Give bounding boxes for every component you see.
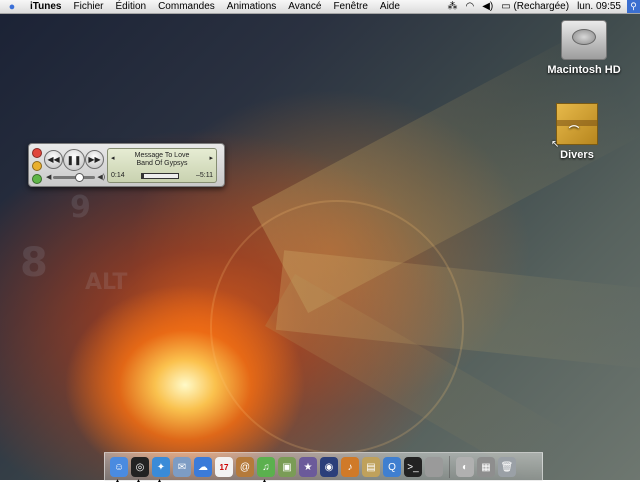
dashboard-icon: ◎	[135, 461, 145, 473]
pause-button[interactable]: ❚❚	[63, 149, 85, 171]
display-left-arrow-icon[interactable]: ◂	[111, 154, 115, 162]
ichat-icon: ☁	[198, 461, 208, 473]
wifi-icon[interactable]: ◠	[461, 0, 478, 13]
progress-bar[interactable]	[141, 172, 180, 179]
wallpaper-glyph: 8	[20, 240, 48, 286]
track-title: Message To Love	[134, 152, 190, 159]
itunes-icon: ♫	[262, 461, 270, 473]
track-artist: Band Of Gypsys	[136, 160, 188, 167]
trash-icon: 🗑	[500, 461, 514, 473]
dock-item-ical[interactable]: 17	[215, 457, 233, 477]
box-folder-icon	[556, 103, 598, 145]
volume-low-icon: ◀	[46, 174, 52, 181]
volume-control: ◀ ◀)	[46, 172, 106, 182]
address-book-icon: @	[239, 461, 251, 473]
menu-avance[interactable]: Avancé	[282, 0, 327, 13]
quicktime-icon: Q	[388, 461, 396, 473]
terminal-icon: >_	[407, 461, 419, 473]
iphoto-icon: ▣	[282, 461, 292, 473]
desktop-icon-macintosh-hd[interactable]: Macintosh HD	[538, 20, 630, 76]
dock-item-dashboard[interactable]: ◎	[131, 457, 149, 484]
mail-icon: ✉	[177, 461, 187, 473]
battery-icon: ▭	[501, 1, 511, 12]
extra-icon[interactable]: ⁂	[443, 0, 461, 13]
preview-icon: ▤	[366, 461, 376, 473]
mouse-cursor-icon: ↖	[551, 139, 560, 150]
volume-knob[interactable]	[74, 172, 84, 182]
finder-icon: ☺	[113, 461, 125, 473]
menu-animations[interactable]: Animations	[221, 0, 282, 13]
dock-separator	[449, 456, 450, 478]
garageband-icon: ♪	[347, 461, 353, 473]
clock[interactable]: lun. 09:55	[573, 0, 625, 13]
desktop-icon-label: Macintosh HD	[547, 64, 621, 76]
dock-item-network[interactable]: ▦	[477, 457, 495, 477]
dock: ☺ ◎ ✦ ✉ ☁ 17 @ ♫ ▣ ★ ◉ ♪ ▤ Q >_ ◐ ▦ 🗑	[104, 452, 543, 484]
hard-drive-icon	[561, 20, 607, 60]
minimize-button[interactable]	[32, 161, 42, 171]
previous-icon: ◀◀	[47, 155, 60, 164]
dock-item-ichat[interactable]: ☁	[194, 457, 212, 477]
calendar-icon: 17	[219, 462, 229, 472]
safari-icon: ✦	[156, 461, 166, 473]
remaining-time: –5:11	[196, 172, 213, 179]
itunes-mini-player[interactable]: ◀◀ ❚❚ ▶▶ ◀ ◀) ◂ ▸ Message To Love Band O…	[28, 143, 225, 187]
volume-slider[interactable]	[53, 172, 96, 182]
dock-item-garageband[interactable]: ♪	[341, 457, 359, 477]
menu-commandes[interactable]: Commandes	[152, 0, 221, 13]
menu-fenetre[interactable]: Fenêtre	[327, 0, 373, 13]
desktop-icon-label: Divers	[560, 149, 594, 161]
dock-item-terminal[interactable]: >_	[404, 457, 422, 477]
wallpaper-glyph: 9	[70, 190, 91, 225]
idvd-icon: ◉	[324, 461, 334, 473]
search-icon[interactable]: ⚲	[627, 0, 640, 13]
menu-app-itunes[interactable]: iTunes	[24, 0, 67, 13]
menu-fichier[interactable]: Fichier	[67, 0, 109, 13]
now-playing-display: ◂ ▸ Message To Love Band Of Gypsys 0:14 …	[107, 148, 217, 183]
dock-item-mail[interactable]: ✉	[173, 457, 191, 477]
window-controls	[32, 148, 42, 184]
apple-menu-icon[interactable]: ●	[0, 1, 24, 13]
elapsed-time: 0:14	[111, 172, 125, 179]
previous-button[interactable]: ◀◀	[44, 150, 63, 169]
display-right-arrow-icon[interactable]: ▸	[209, 154, 213, 162]
menu-aide[interactable]: Aide	[374, 0, 406, 13]
menu-edition[interactable]: Édition	[110, 0, 153, 13]
menu-bar: ● iTunes Fichier Édition Commandes Anima…	[0, 0, 640, 14]
dock-item-address-book[interactable]: @	[236, 457, 254, 477]
dock-item-itunes[interactable]: ♫	[257, 457, 275, 484]
volume-icon[interactable]: ◀)	[478, 0, 497, 13]
volume-high-icon: ◀)	[97, 174, 106, 181]
next-button[interactable]: ▶▶	[85, 150, 104, 169]
next-icon: ▶▶	[88, 155, 101, 164]
imovie-icon: ★	[303, 461, 313, 473]
progress-fill	[142, 173, 144, 178]
disk-utility-icon: ◐	[461, 461, 469, 473]
dock-item-idvd[interactable]: ◉	[320, 457, 338, 477]
dock-item-quicktime[interactable]: Q	[383, 457, 401, 477]
close-button[interactable]	[32, 148, 42, 158]
dock-item-system-prefs[interactable]	[425, 457, 443, 477]
dock-item-imovie[interactable]: ★	[299, 457, 317, 477]
dock-item-safari[interactable]: ✦	[152, 457, 170, 484]
dock-item-preview[interactable]: ▤	[362, 457, 380, 477]
battery-text: (Rechargée)	[513, 1, 570, 12]
zoom-button[interactable]	[32, 174, 42, 184]
dock-item-trash[interactable]: 🗑	[498, 457, 516, 477]
progress-row: 0:14 –5:11	[111, 172, 213, 179]
battery-status[interactable]: ▭ (Rechargée)	[497, 0, 573, 13]
dock-item-documents-stack[interactable]: ◐	[456, 457, 474, 477]
pause-icon: ❚❚	[66, 155, 82, 165]
dock-item-iphoto[interactable]: ▣	[278, 457, 296, 477]
menu-extras: ⁂ ◠ ◀) ▭ (Rechargée) lun. 09:55 ⚲	[443, 0, 640, 13]
desktop-icon-divers[interactable]: Divers	[540, 103, 614, 161]
wallpaper-ring	[210, 200, 464, 454]
wallpaper-glyph: ALT	[85, 270, 128, 295]
network-icon: ▦	[481, 461, 491, 473]
dock-item-finder[interactable]: ☺	[110, 457, 128, 484]
